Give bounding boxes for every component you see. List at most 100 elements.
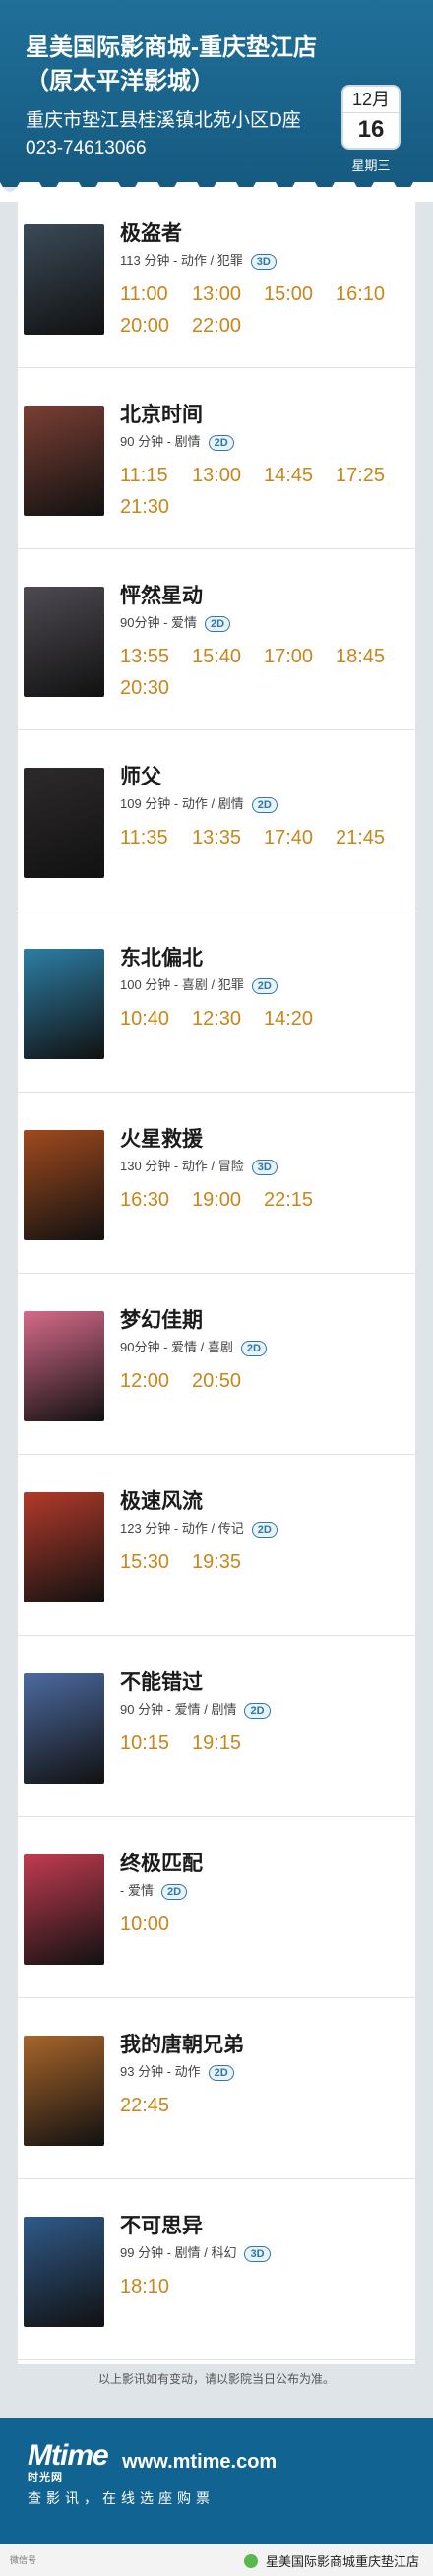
- brand-slogan: 查影讯，在线选座购票: [28, 2490, 215, 2506]
- footer-note: 以上影讯如有变动，请以影院当日公布为准。: [97, 2372, 335, 2386]
- movie-meta: 130 分钟 - 动作 / 冒险 3D: [120, 1158, 415, 1175]
- movie-item[interactable]: 梦幻佳期 90分钟 - 爱情 / 喜剧 2D 12:00 20:50: [18, 1274, 415, 1455]
- poster-image: [24, 1854, 104, 1965]
- movie-title[interactable]: 梦幻佳期: [120, 1307, 415, 1335]
- format-badge: 3D: [250, 253, 277, 270]
- showtime[interactable]: 12:30: [192, 1008, 264, 1030]
- movie-meta: 100 分钟 - 喜剧 / 犯罪 2D: [120, 976, 415, 994]
- poster-image: [24, 2036, 104, 2146]
- showtime[interactable]: 19:35: [192, 1551, 264, 1573]
- showtime[interactable]: 17:40: [264, 827, 336, 848]
- movie-item[interactable]: 北京时间 90 分钟 - 剧情 2D 11:15 13:00 14:45 17:25 21:3…: [18, 368, 415, 549]
- wechat-bar: 微信号 星美国际影商城重庆垫江店: [0, 2544, 433, 2576]
- movie-info: 不能错过 90 分钟 - 爱情 / 剧情 2D 10:15 19:15: [120, 1669, 415, 1754]
- format-badge: 2D: [205, 615, 231, 632]
- movie-item[interactable]: 东北偏北 100 分钟 - 喜剧 / 犯罪 2D 10:40 12:30 14:20: [18, 911, 415, 1093]
- movie-title[interactable]: 师父: [120, 764, 415, 791]
- movie-item[interactable]: 师父 109 分钟 - 动作 / 剧情 2D 11:35 13:35 17:40 21:45: [18, 730, 415, 911]
- showtime[interactable]: 11:00: [120, 283, 192, 305]
- movie-poster[interactable]: [24, 224, 104, 335]
- movie-poster[interactable]: [24, 406, 104, 516]
- showtime[interactable]: 13:35: [192, 827, 264, 848]
- movie-meta: - 爱情 2D: [120, 1882, 415, 1900]
- movie-item[interactable]: 终极匹配 - 爱情 2D 10:00: [18, 1817, 415, 1998]
- movie-meta-text: 90分钟 - 爱情: [120, 615, 198, 630]
- showtime[interactable]: 19:00: [192, 1189, 264, 1211]
- showtime[interactable]: 12:00: [120, 1370, 192, 1392]
- movie-title[interactable]: 我的唐朝兄弟: [120, 2032, 415, 2059]
- showtime[interactable]: 11:35: [120, 827, 192, 848]
- showtime[interactable]: 21:30: [120, 496, 192, 518]
- showtime[interactable]: 16:10: [336, 283, 407, 305]
- showtime[interactable]: 14:45: [264, 465, 336, 486]
- movie-title[interactable]: 终极匹配: [120, 1851, 415, 1878]
- movie-poster[interactable]: [24, 2217, 104, 2327]
- cinema-phone[interactable]: 023-74613066: [26, 136, 147, 161]
- showtime[interactable]: 20:00: [120, 315, 192, 337]
- showtimes: 10:40 12:30 14:20: [120, 1008, 415, 1030]
- showtime[interactable]: 14:20: [264, 1008, 336, 1030]
- showtimes: 12:00 20:50: [120, 1370, 415, 1392]
- movie-poster[interactable]: [24, 2036, 104, 2146]
- movie-item[interactable]: 极盗者 113 分钟 - 动作 / 犯罪 3D 11:00 13:00 15:00 16:1…: [18, 187, 415, 368]
- format-badge: 2D: [244, 1702, 271, 1719]
- showtime[interactable]: 18:10: [120, 2276, 192, 2297]
- movie-title[interactable]: 不能错过: [120, 1669, 415, 1697]
- showtime[interactable]: 20:30: [120, 677, 192, 699]
- movie-poster[interactable]: [24, 587, 104, 697]
- showtime[interactable]: 17:00: [264, 646, 336, 667]
- showtime[interactable]: 13:00: [192, 465, 264, 486]
- showtime[interactable]: 21:45: [336, 827, 407, 848]
- movie-meta: 109 分钟 - 动作 / 剧情 2D: [120, 795, 415, 813]
- movie-title[interactable]: 东北偏北: [120, 945, 415, 973]
- showtimes: 22:45: [120, 2095, 415, 2116]
- movie-title[interactable]: 火星救援: [120, 1126, 415, 1154]
- movie-item[interactable]: 不可思异 99 分钟 - 剧情 / 科幻 3D 18:10: [18, 2179, 415, 2360]
- showtime[interactable]: 19:15: [192, 1732, 264, 1754]
- movie-meta-text: 123 分钟 - 动作 / 传记: [120, 1521, 244, 1536]
- showtime[interactable]: 15:00: [264, 283, 336, 305]
- format-badge: 3D: [251, 1159, 278, 1175]
- movie-title[interactable]: 极速风流: [120, 1488, 415, 1516]
- movie-meta: 90 分钟 - 剧情 2D: [120, 433, 415, 451]
- showtime[interactable]: 15:40: [192, 646, 264, 667]
- movie-item[interactable]: 火星救援 130 分钟 - 动作 / 冒险 3D 16:30 19:00 22:15: [18, 1093, 415, 1274]
- showtime[interactable]: 16:30: [120, 1189, 192, 1211]
- movie-info: 东北偏北 100 分钟 - 喜剧 / 犯罪 2D 10:40 12:30 14:20: [120, 945, 415, 1030]
- movie-item[interactable]: 不能错过 90 分钟 - 爱情 / 剧情 2D 10:15 19:15: [18, 1636, 415, 1817]
- wechat-account[interactable]: 星美国际影商城重庆垫江店: [244, 2551, 419, 2570]
- movie-poster[interactable]: [24, 1854, 104, 1965]
- format-badge: 2D: [251, 977, 278, 994]
- showtime[interactable]: 22:00: [192, 315, 264, 337]
- movie-title[interactable]: 极盗者: [120, 220, 415, 248]
- movie-poster[interactable]: [24, 1492, 104, 1602]
- movie-item[interactable]: 极速风流 123 分钟 - 动作 / 传记 2D 15:30 19:35: [18, 1455, 415, 1636]
- showtime[interactable]: 18:45: [336, 646, 407, 667]
- showtime[interactable]: 15:30: [120, 1551, 192, 1573]
- movie-title[interactable]: 不可思异: [120, 2213, 415, 2240]
- movie-title[interactable]: 怦然星动: [120, 583, 415, 610]
- movie-item[interactable]: 怦然星动 90分钟 - 爱情 2D 13:55 15:40 17:00 18:45 20:30: [18, 549, 415, 730]
- showtimes: 16:30 19:00 22:15: [120, 1189, 415, 1211]
- movie-item[interactable]: 我的唐朝兄弟 93 分钟 - 动作 2D 22:45: [18, 1998, 415, 2179]
- showtime[interactable]: 11:15: [120, 465, 192, 486]
- format-badge: 2D: [208, 434, 234, 451]
- movie-title[interactable]: 北京时间: [120, 402, 415, 429]
- movie-poster[interactable]: [24, 1130, 104, 1240]
- showtime[interactable]: 13:55: [120, 646, 192, 667]
- movie-poster[interactable]: [24, 1673, 104, 1784]
- brand-url[interactable]: www.mtime.com: [122, 2451, 277, 2473]
- showtimes: 10:15 19:15: [120, 1732, 415, 1754]
- showtime[interactable]: 20:50: [192, 1370, 264, 1392]
- movie-poster[interactable]: [24, 768, 104, 878]
- showtime[interactable]: 17:25: [336, 465, 407, 486]
- showtime[interactable]: 10:15: [120, 1732, 192, 1754]
- date-day: 16: [357, 116, 385, 143]
- movie-poster[interactable]: [24, 1311, 104, 1421]
- showtime[interactable]: 13:00: [192, 283, 264, 305]
- showtime[interactable]: 22:15: [264, 1189, 336, 1211]
- showtime[interactable]: 10:00: [120, 1914, 192, 1935]
- showtime[interactable]: 22:45: [120, 2095, 192, 2116]
- showtime[interactable]: 10:40: [120, 1008, 192, 1030]
- movie-poster[interactable]: [24, 949, 104, 1059]
